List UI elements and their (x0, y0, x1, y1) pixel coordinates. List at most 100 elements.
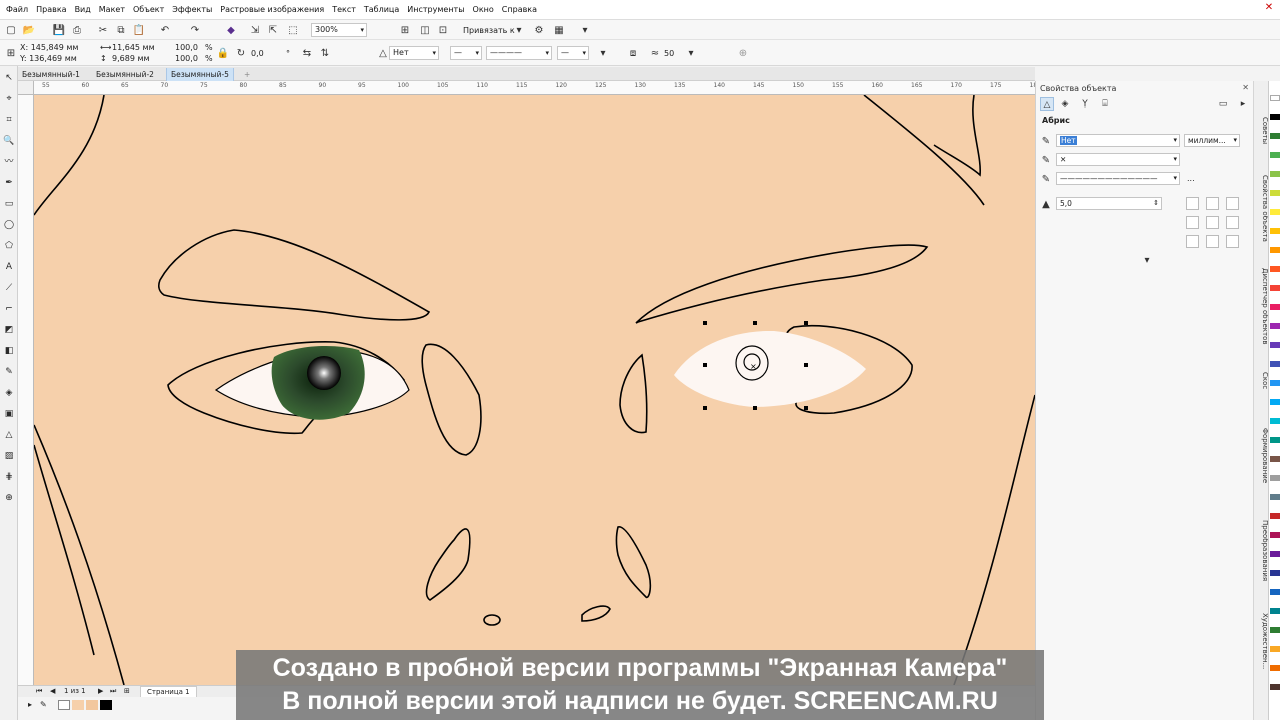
add-page-icon[interactable]: ⊞ (124, 686, 130, 697)
line-style-dropdown[interactable]: ———— ▾ (486, 46, 552, 60)
ellipse-tool-icon[interactable]: ◯ (3, 219, 15, 231)
swatch-skin-dark[interactable] (86, 700, 98, 710)
mirror-vertical-icon[interactable]: ⇅ (318, 46, 332, 60)
eyedropper-tool-icon[interactable]: ✎ (3, 366, 15, 378)
palette-swatch[interactable] (1270, 475, 1280, 481)
palette-swatch[interactable] (1270, 456, 1280, 462)
drop-shadow-icon[interactable]: ◩ (3, 324, 15, 336)
parallel-dimension-icon[interactable]: ⟋ (3, 282, 15, 294)
position-inside-button[interactable] (1226, 235, 1239, 248)
options-icon[interactable]: ⚙ (532, 23, 546, 37)
rectangle-tool-icon[interactable]: ▭ (3, 198, 15, 210)
menu-item-11[interactable]: Справка (498, 5, 541, 14)
palette-swatch[interactable] (1270, 665, 1280, 671)
menu-item-10[interactable]: Окно (469, 5, 498, 14)
scale-width-field[interactable]: 100,0 (175, 43, 198, 52)
prev-page-icon[interactable]: ◀ (50, 686, 55, 697)
interactive-fill-icon[interactable]: ◈ (3, 387, 15, 399)
menu-item-0[interactable]: Файл (2, 5, 32, 14)
publish-pdf-icon[interactable]: ⬚ (286, 23, 300, 37)
palette-swatch[interactable] (1270, 152, 1280, 158)
menu-item-2[interactable]: Вид (71, 5, 95, 14)
palette-swatch[interactable] (1270, 646, 1280, 652)
palette-swatch[interactable] (1270, 532, 1280, 538)
summary-tab-icon[interactable]: ⌸ (1098, 97, 1112, 111)
palette-swatch[interactable] (1270, 228, 1280, 234)
palette-swatch[interactable] (1270, 494, 1280, 500)
rotation-angle-field[interactable]: 0,0 (251, 49, 264, 58)
add-icon[interactable]: ⊕ (736, 46, 750, 60)
transparency-tool-icon[interactable]: ◧ (3, 345, 15, 357)
palette-swatch[interactable] (1270, 304, 1280, 310)
paste-icon[interactable]: 📋 (132, 23, 146, 37)
tab-document-2[interactable]: Безымянный-2 (92, 68, 158, 81)
menu-item-4[interactable]: Объект (129, 5, 168, 14)
polygon-tool-icon[interactable]: ⬠ (3, 240, 15, 252)
cap-butt-button[interactable] (1186, 216, 1199, 229)
palette-swatch[interactable] (1270, 323, 1280, 329)
cap-round-button[interactable] (1206, 216, 1219, 229)
docker-options-icon[interactable]: ▸ (1236, 97, 1250, 111)
close-icon[interactable]: ✕ (1242, 83, 1249, 92)
palette-swatch[interactable] (1270, 608, 1280, 614)
tab-hints[interactable]: Советы (1254, 111, 1269, 151)
quick-customize-icon[interactable]: ▾ (578, 23, 592, 37)
units-dropdown[interactable]: миллим... ▾ (1184, 134, 1240, 147)
play-icon[interactable]: ▸ (28, 700, 32, 709)
tab-transformations[interactable]: Преобразования (1254, 511, 1269, 591)
last-page-icon[interactable]: ⏭ (110, 686, 116, 697)
vertical-ruler[interactable] (18, 95, 34, 685)
lock-ratio-icon[interactable]: 🔒 (216, 46, 230, 60)
menu-item-1[interactable]: Правка (32, 5, 70, 14)
height-field[interactable]: 9,689 мм (112, 54, 150, 63)
tab-bevel[interactable]: Скос (1254, 366, 1269, 396)
scale-height-field[interactable]: 100,0 (175, 54, 198, 63)
close-window-icon[interactable]: ✕ (1264, 3, 1274, 13)
show-grid-icon[interactable]: ⊡ (436, 23, 450, 37)
show-rulers-icon[interactable]: ◫ (418, 23, 432, 37)
corner-round-button[interactable] (1206, 197, 1219, 210)
palette-swatch[interactable] (1270, 342, 1280, 348)
menu-item-9[interactable]: Инструменты (403, 5, 468, 14)
smart-fill-icon[interactable]: ▣ (3, 408, 15, 420)
width-field[interactable]: 11,645 мм (112, 43, 155, 52)
application-launcher-icon[interactable]: ▦ (552, 23, 566, 37)
line-style-settings-button[interactable]: ... (1187, 174, 1195, 183)
swatch-skin[interactable] (72, 700, 84, 710)
line-style-field[interactable]: ————————————— ▾ (1056, 172, 1180, 185)
start-arrowhead-dropdown[interactable]: — ▾ (450, 46, 482, 60)
palette-swatch[interactable] (1270, 627, 1280, 633)
wrap-text-icon[interactable]: ⧈ (626, 46, 640, 60)
palette-swatch[interactable] (1270, 361, 1280, 367)
transparency-tab-icon[interactable]: Ỵ (1078, 97, 1092, 111)
outline-color-field[interactable]: ✕ ▾ (1056, 153, 1180, 166)
expand-chevron-icon[interactable]: ▾ (1140, 253, 1154, 267)
full-screen-icon[interactable]: ⊞ (398, 23, 412, 37)
palette-swatch[interactable] (1270, 133, 1280, 139)
outline-width-field[interactable]: Нет ▾ (1056, 134, 1180, 147)
tab-artistic-media[interactable]: Художествен... (1254, 601, 1269, 681)
palette-swatch[interactable] (1270, 589, 1280, 595)
miter-limit-field[interactable]: 5,0 ⇕ (1056, 197, 1162, 210)
menu-item-3[interactable]: Макет (95, 5, 129, 14)
no-color-swatch[interactable] (58, 700, 70, 710)
redo-icon[interactable]: ↷ (188, 23, 202, 37)
add-tool-icon[interactable]: ⊕ (3, 492, 15, 504)
palette-swatch[interactable] (1270, 399, 1280, 405)
freehand-tool-icon[interactable]: 〰 (3, 156, 15, 168)
first-page-icon[interactable]: ⏮ (36, 686, 42, 697)
artistic-media-icon[interactable]: ✒ (3, 177, 15, 189)
menu-item-5[interactable]: Эффекты (168, 5, 216, 14)
palette-swatch[interactable] (1270, 513, 1280, 519)
fill-tab-icon[interactable]: ◈ (1058, 97, 1072, 111)
palette-swatch[interactable] (1270, 285, 1280, 291)
tab-object-manager[interactable]: Диспетчер объектов (1254, 261, 1269, 351)
crop-tool-icon[interactable]: ⌗ (3, 114, 15, 126)
tab-document-5[interactable]: Безымянный-5 (166, 68, 234, 81)
outline-tab-icon[interactable]: △ (1040, 97, 1054, 111)
swatch-black[interactable] (100, 700, 112, 710)
chevron-down-icon[interactable]: ▾ (684, 46, 698, 60)
palette-swatch[interactable] (1270, 95, 1280, 101)
pick-tool-icon[interactable]: ↖ (3, 72, 15, 84)
frame-icon[interactable]: ▭ (1216, 97, 1230, 111)
